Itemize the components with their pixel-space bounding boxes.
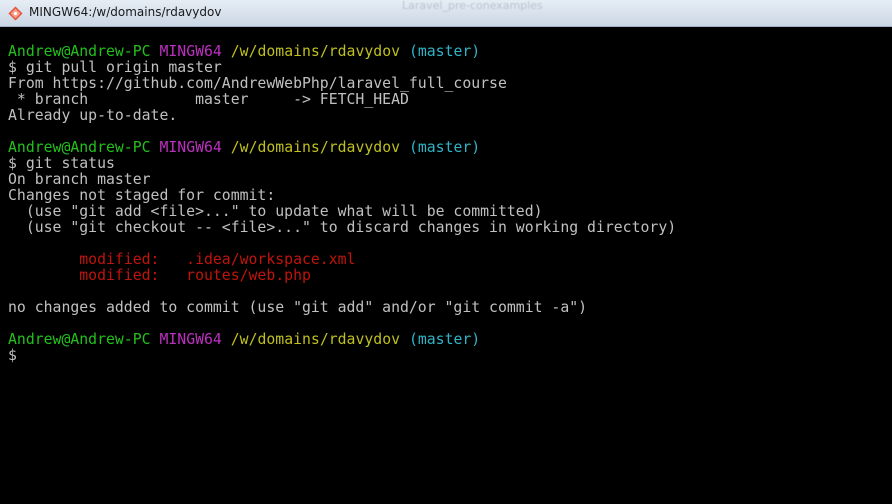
prompt-branch: (master) <box>408 331 481 348</box>
title-bar[interactable]: MINGW64:/w/domains/rdavydov Laravel_pre-… <box>0 0 892 27</box>
command-line: $ git status <box>8 155 115 172</box>
output-line: From https://github.com/AndrewWebPhp/lar… <box>8 75 507 92</box>
output-line: (use "git checkout -- <file>..." to disc… <box>8 219 677 236</box>
prompt-path: /w/domains/rdavydov <box>230 139 401 156</box>
prompt-branch: (master) <box>408 139 481 156</box>
prompt-host: MINGW64 <box>159 331 222 348</box>
modified-file-line: modified: routes/web.php <box>8 267 311 284</box>
prompt-host: MINGW64 <box>159 139 222 156</box>
window-title: MINGW64:/w/domains/rdavydov <box>29 5 222 19</box>
prompt-branch: (master) <box>408 43 481 60</box>
modified-file-line: modified: .idea/workspace.xml <box>8 251 356 268</box>
prompt-host: MINGW64 <box>159 43 222 60</box>
output-line: no changes added to commit (use "git add… <box>8 299 588 316</box>
prompt-line-3: Andrew@Andrew-PC MINGW64 /w/domains/rdav… <box>8 332 892 348</box>
command-line: $ git pull origin master <box>8 59 222 76</box>
terminal-window: MINGW64:/w/domains/rdavydov Laravel_pre-… <box>0 0 892 504</box>
prompt-path: /w/domains/rdavydov <box>230 331 401 348</box>
prompt-user: Andrew@Andrew-PC <box>8 139 151 156</box>
background-window-title: Laravel_pre-conexamples <box>402 0 543 12</box>
output-line: Already up-to-date. <box>8 107 178 124</box>
prompt-user: Andrew@Andrew-PC <box>8 43 151 60</box>
prompt-user: Andrew@Andrew-PC <box>8 331 151 348</box>
output-line: (use "git add <file>..." to update what … <box>8 203 543 220</box>
output-line: Changes not staged for commit: <box>8 187 276 204</box>
input-prompt[interactable]: $ <box>8 348 892 364</box>
prompt-line-1: Andrew@Andrew-PC MINGW64 /w/domains/rdav… <box>8 44 892 60</box>
output-line: On branch master <box>8 171 151 188</box>
prompt-path: /w/domains/rdavydov <box>230 43 401 60</box>
terminal-output[interactable]: Andrew@Andrew-PC MINGW64 /w/domains/rdav… <box>0 27 892 504</box>
git-bash-icon <box>8 6 23 21</box>
prompt-line-2: Andrew@Andrew-PC MINGW64 /w/domains/rdav… <box>8 140 892 156</box>
output-line: * branch master -> FETCH_HEAD <box>8 91 409 108</box>
